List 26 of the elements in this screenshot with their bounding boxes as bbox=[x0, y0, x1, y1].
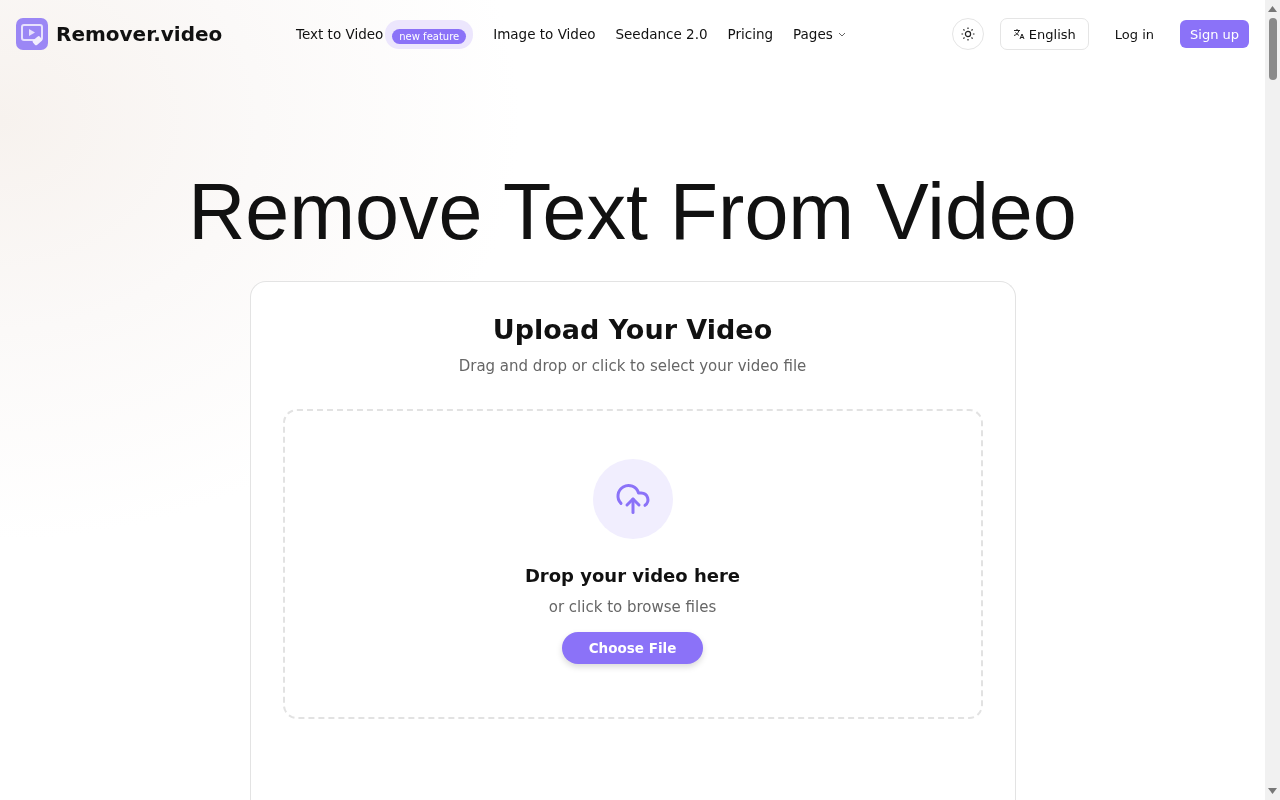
cloud-upload-icon bbox=[614, 481, 651, 517]
choose-file-button[interactable]: Choose File bbox=[562, 632, 703, 664]
drop-hint: or click to browse files bbox=[548, 598, 717, 616]
scrollbar[interactable] bbox=[1265, 0, 1280, 800]
nav-link[interactable]: Image to Video bbox=[493, 26, 596, 42]
new-feature-badge: new feature bbox=[392, 28, 467, 44]
scroll-down-icon[interactable] bbox=[1268, 788, 1277, 794]
scroll-up-icon[interactable] bbox=[1268, 6, 1277, 12]
upload-subtitle: Drag and drop or click to select your video file bbox=[458, 357, 807, 375]
hero-title: Remove Text From Video bbox=[187, 172, 1078, 251]
drop-title: Drop your video here bbox=[524, 565, 741, 586]
nav-link[interactable]: Text to Video bbox=[296, 26, 384, 42]
brand-name[interactable]: Remover.video bbox=[56, 22, 223, 46]
nav-link[interactable]: Pricing bbox=[727, 26, 774, 42]
login-button[interactable]: Log in bbox=[1104, 26, 1164, 42]
translate-icon bbox=[1012, 28, 1025, 40]
nav-link[interactable]: Seedance 2.0 bbox=[615, 26, 708, 42]
scrollbar-thumb[interactable] bbox=[1268, 18, 1277, 80]
theme-toggle-button[interactable] bbox=[951, 18, 984, 50]
nav-link[interactable]: Pages bbox=[793, 26, 847, 42]
sun-icon bbox=[960, 27, 975, 41]
signup-button[interactable]: Sign up bbox=[1180, 20, 1249, 48]
upload-title: Upload Your Video bbox=[492, 314, 773, 345]
logo-icon bbox=[16, 18, 48, 50]
language-button[interactable]: English bbox=[999, 18, 1089, 50]
drop-zone[interactable]: Drop your video here or click to browse files Choose File bbox=[282, 409, 983, 719]
